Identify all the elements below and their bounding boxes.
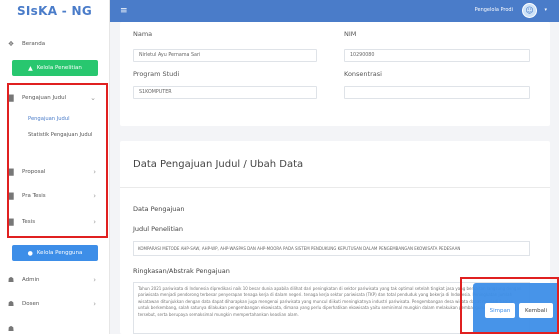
highlight-box-sidebar	[7, 83, 108, 238]
sidebar-item-label: Admin	[22, 277, 40, 283]
sidebar-item-label: Dosen	[22, 301, 40, 307]
nim-field[interactable]: 10290080	[344, 49, 530, 62]
graduation-cap-icon: ▲	[28, 64, 33, 72]
section-title: Data Pengajuan	[133, 205, 185, 213]
button-label: Kelola Pengguna	[36, 250, 83, 256]
chevron-right-icon: ›	[93, 300, 96, 308]
judul-field[interactable]: KOMPARASI METODE AHP-SAW, AHP-WP, AHP-WA…	[133, 241, 530, 256]
dashboard-icon: ❖	[7, 40, 15, 48]
ringkasan-label: Ringkasan/Abstrak Pengajuan	[133, 267, 230, 275]
konsentrasi-field[interactable]	[344, 86, 530, 99]
sidebar-item-beranda[interactable]: ❖ Beranda	[0, 35, 110, 53]
users-icon: ☗	[7, 325, 15, 333]
avatar[interactable]: ☺	[522, 3, 537, 18]
topbar: ≡ Pengelola Prodi ☺ ▾	[110, 0, 559, 22]
highlight-box-actions	[460, 277, 559, 334]
kelola-penelitian-button[interactable]: ▲ Kelola Penelitian	[12, 60, 98, 76]
user-name[interactable]: Pengelola Prodi	[475, 7, 513, 13]
users-icon: ☗	[7, 276, 15, 284]
sidebar-item-dosen[interactable]: ☗ Dosen ›	[0, 295, 110, 313]
nama-label: Nama	[133, 30, 153, 38]
divider	[120, 187, 550, 188]
prodi-field[interactable]: S1KOMPUTER	[133, 86, 317, 99]
sidebar-item-partial[interactable]: ☗	[0, 320, 110, 334]
users-icon: ☗	[7, 300, 15, 308]
prodi-label: Program Studi	[133, 70, 180, 78]
menu-icon[interactable]: ≡	[120, 6, 128, 16]
student-info-card: Nama Nirletul Ayu Pernama Sari NIM 10290…	[120, 22, 550, 126]
button-label: Kelola Penelitian	[36, 65, 82, 71]
sidebar-item-admin[interactable]: ☗ Admin ›	[0, 271, 110, 289]
brand-logo: SIsKA - NG	[16, 4, 93, 18]
judul-label: Judul Penelitian	[133, 225, 184, 233]
sidebar: SIsKA - NG ❖ Beranda ▲ Kelola Penelitian…	[0, 0, 110, 334]
konsentrasi-label: Konsentrasi	[344, 70, 382, 78]
nama-field[interactable]: Nirletul Ayu Pernama Sari	[133, 49, 317, 62]
nim-label: NIM	[344, 30, 357, 38]
chevron-right-icon: ›	[93, 276, 96, 284]
users-icon: ●	[27, 249, 33, 257]
kelola-pengguna-button[interactable]: ● Kelola Pengguna	[12, 245, 98, 261]
sidebar-item-label: Beranda	[22, 41, 46, 47]
page-title: Data Pengajuan Judul / Ubah Data	[133, 159, 304, 170]
caret-down-icon[interactable]: ▾	[544, 7, 547, 13]
